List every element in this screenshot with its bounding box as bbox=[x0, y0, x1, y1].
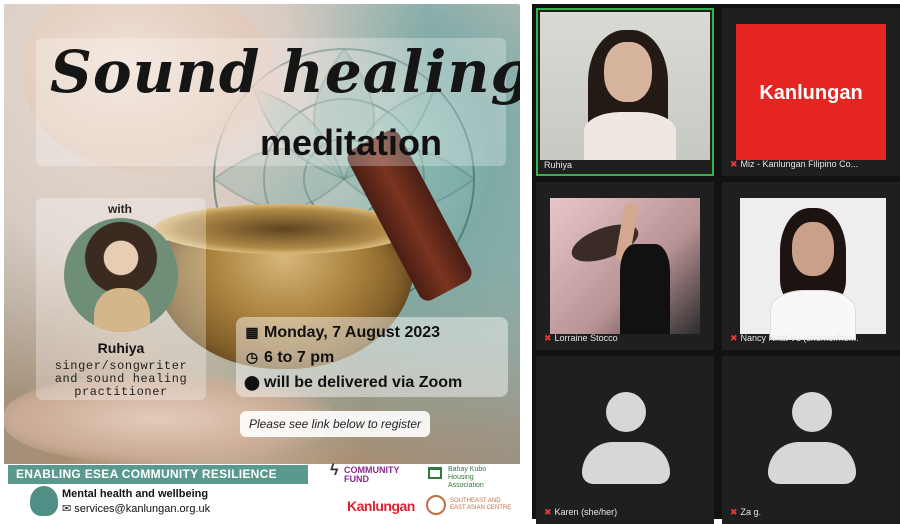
event-poster: Sound healing meditation with Ruhiya sin… bbox=[4, 4, 520, 516]
participant-tile[interactable]: ✖ Karen (she/her) bbox=[536, 356, 714, 524]
participant-name: Nancy Nhat Vu (she/her/her... bbox=[740, 333, 859, 343]
zoom-gallery-view: Ruhiya Kanlungan ✖ Miz - Kanlungan Filipi… bbox=[532, 4, 900, 524]
calendar-icon: ▦ bbox=[245, 324, 259, 340]
logo-text: Bahay Kubo bbox=[448, 466, 487, 473]
host-avatar bbox=[64, 218, 178, 332]
community-fund-logo: ϟ COMMUNITY FUND bbox=[330, 463, 400, 484]
muted-mic-icon: ✖ bbox=[730, 507, 738, 517]
resilience-banner: ENABLING ESEA COMMUNITY RESILIENCE bbox=[8, 465, 308, 484]
event-time: ◷ 6 to 7 pm bbox=[244, 349, 334, 367]
participant-video bbox=[550, 198, 700, 334]
event-location-text: will be delivered via Zoom bbox=[264, 374, 463, 391]
house-icon bbox=[428, 467, 442, 479]
poster-subtitle: meditation bbox=[260, 122, 443, 163]
participant-name: Ruhiya bbox=[544, 160, 573, 170]
community-fund-glyph-icon: ϟ bbox=[330, 462, 339, 479]
participant-name-row: ✖ Za g. bbox=[730, 507, 761, 518]
poster-title: Sound healing bbox=[50, 38, 520, 106]
with-label: with bbox=[108, 202, 132, 216]
event-time-text: 6 to 7 pm bbox=[264, 349, 335, 366]
participant-tile[interactable]: ✖ Za g. bbox=[722, 356, 900, 524]
head-heart-icon bbox=[30, 486, 58, 516]
logo-text: SOUTHEAST AND bbox=[450, 498, 501, 504]
participant-tile[interactable]: ✖ Nancy Nhat Vu (she/her/her... bbox=[722, 182, 900, 350]
esea-centre-emblem-icon bbox=[426, 495, 446, 515]
default-avatar-body bbox=[582, 442, 670, 484]
participant-profile-picture: Kanlungan bbox=[736, 24, 886, 160]
default-avatar-icon bbox=[792, 392, 832, 432]
host-name: Ruhiya bbox=[97, 340, 145, 356]
participant-name: Karen (she/her) bbox=[554, 507, 618, 517]
kanlungan-logo: Kanlungan bbox=[347, 498, 415, 514]
participant-name: Za g. bbox=[740, 507, 762, 517]
default-avatar-body bbox=[768, 442, 856, 484]
bahay-kubo-logo: Bahay Kubo Housing Association bbox=[428, 466, 486, 490]
default-avatar-icon bbox=[606, 392, 646, 432]
participant-name-row: ✖ Nancy Nhat Vu (she/her/her... bbox=[730, 333, 859, 344]
event-location: ⬤ will be delivered via Zoom bbox=[244, 374, 462, 392]
host-role-line: practitioner bbox=[74, 385, 168, 399]
esea-centre-logo: SOUTHEAST AND EAST ASIAN CENTRE bbox=[450, 498, 511, 512]
participant-profile-picture bbox=[740, 198, 886, 340]
footer-email: ✉ services@kanlungan.org.uk bbox=[62, 502, 210, 515]
logo-text: EAST ASIAN CENTRE bbox=[450, 505, 512, 511]
participant-name-row: ✖ Lorraine Stocco bbox=[544, 333, 618, 344]
participant-tile[interactable]: ✖ Lorraine Stocco bbox=[536, 182, 714, 350]
participant-video bbox=[540, 12, 710, 160]
logo-text: Association bbox=[448, 482, 484, 489]
location-pin-icon: ⬤ bbox=[244, 374, 260, 390]
participant-tile[interactable]: Kanlungan ✖ Miz - Kanlungan Filipino Co..… bbox=[722, 8, 900, 176]
register-note: Please see link below to register bbox=[240, 411, 430, 437]
muted-mic-icon: ✖ bbox=[730, 333, 738, 343]
footer-title: Mental health and wellbeing bbox=[62, 488, 209, 500]
logo-text: FUND bbox=[344, 474, 369, 484]
participant-name-row: ✖ Karen (she/her) bbox=[544, 507, 617, 518]
muted-mic-icon: ✖ bbox=[544, 333, 552, 343]
profile-picture-text: Kanlungan bbox=[759, 82, 863, 104]
footer-email-text: services@kanlungan.org.uk bbox=[74, 503, 211, 515]
participant-name: Miz - Kanlungan Filipino Co... bbox=[740, 159, 859, 169]
host-role: singer/songwriter and sound healing prac… bbox=[38, 360, 204, 399]
event-date-text: Monday, 7 August 2023 bbox=[264, 324, 441, 341]
logo-text: Housing bbox=[448, 474, 474, 481]
participant-tile[interactable]: Ruhiya bbox=[536, 8, 714, 176]
clock-icon: ◷ bbox=[245, 349, 259, 365]
envelope-icon: ✉ bbox=[62, 503, 72, 515]
muted-mic-icon: ✖ bbox=[544, 507, 552, 517]
participant-name-row: ✖ Miz - Kanlungan Filipino Co... bbox=[730, 159, 858, 170]
event-date: ▦ Monday, 7 August 2023 bbox=[244, 324, 440, 342]
muted-mic-icon: ✖ bbox=[730, 159, 738, 169]
participant-name: Lorraine Stocco bbox=[554, 333, 618, 343]
